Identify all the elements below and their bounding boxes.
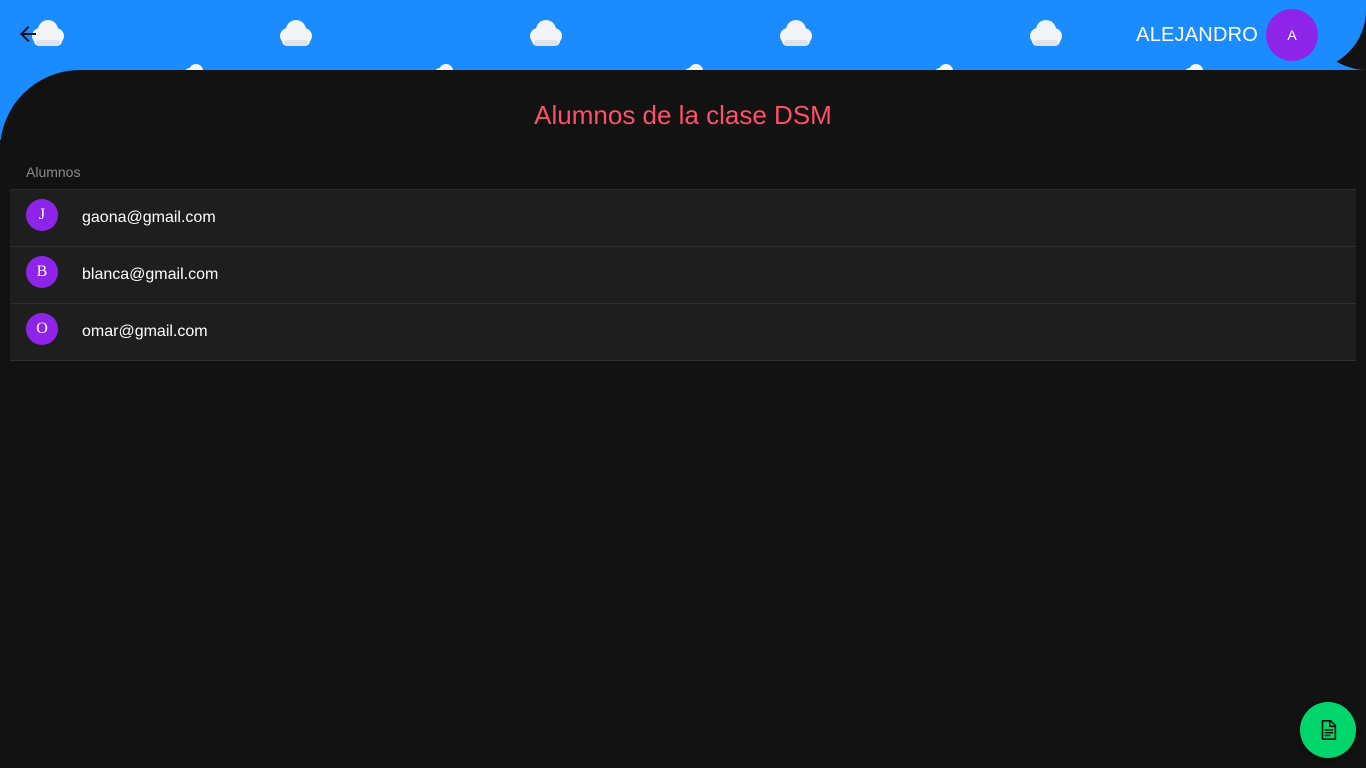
list-subheader: Alumnos bbox=[10, 160, 1356, 190]
user-menu[interactable]: ALEJANDRO A bbox=[1136, 9, 1318, 61]
document-icon bbox=[1321, 720, 1337, 740]
list-item[interactable]: O omar@gmail.com bbox=[10, 304, 1356, 361]
students-list: Alumnos J gaona@gmail.com B blanca@gmail… bbox=[10, 160, 1356, 361]
list-item[interactable]: J gaona@gmail.com bbox=[10, 190, 1356, 247]
student-email: omar@gmail.com bbox=[82, 323, 208, 340]
student-avatar: J bbox=[26, 199, 58, 231]
report-fab-button[interactable] bbox=[1300, 702, 1356, 758]
arrow-left-icon bbox=[20, 26, 36, 42]
cloud-icon bbox=[1030, 20, 1062, 46]
user-name: ALEJANDRO bbox=[1136, 23, 1258, 46]
student-avatar: B bbox=[26, 256, 58, 288]
student-email: gaona@gmail.com bbox=[82, 209, 216, 226]
cloud-icon bbox=[530, 20, 562, 46]
back-button[interactable] bbox=[14, 20, 42, 48]
avatar[interactable]: A bbox=[1266, 9, 1318, 61]
app-root: ALEJANDRO A Alumnos de la clase DSM Alum… bbox=[0, 0, 1366, 768]
student-email: blanca@gmail.com bbox=[82, 266, 219, 283]
list-item[interactable]: B blanca@gmail.com bbox=[10, 247, 1356, 304]
student-avatar: O bbox=[26, 313, 58, 345]
cloud-icon bbox=[280, 20, 312, 46]
cloud-icon bbox=[780, 20, 812, 46]
page-title: Alumnos de la clase DSM bbox=[534, 100, 832, 130]
